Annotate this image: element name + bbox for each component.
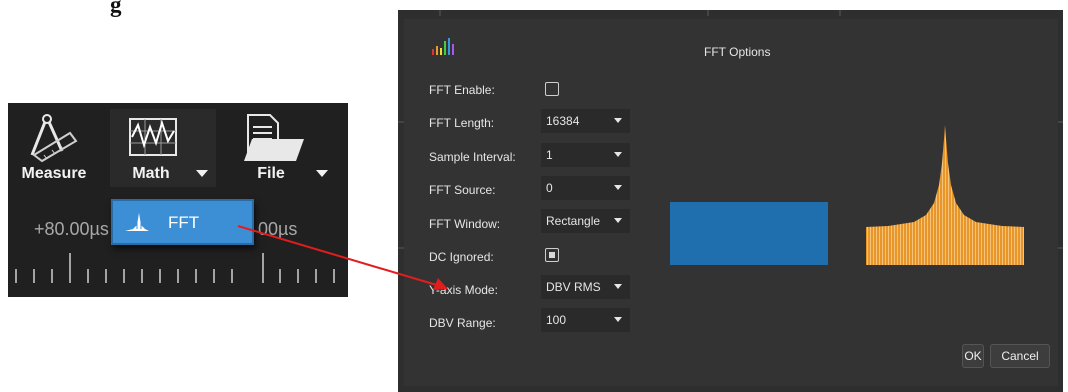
fft-enable-checkbox[interactable] — [545, 82, 559, 96]
fft-source-select[interactable]: 0 — [541, 176, 630, 200]
dialog-title: FFT Options — [704, 45, 771, 59]
chevron-down-icon — [614, 284, 622, 289]
spectrum-preview — [866, 125, 1024, 265]
math-button[interactable]: Math — [110, 109, 216, 187]
fft-enable-label: FFT Enable: — [429, 83, 495, 97]
fft-menu-label: FFT — [168, 213, 200, 232]
sample-interval-select[interactable]: 1 — [541, 143, 630, 167]
dbv-range-label: DBV Range: — [429, 316, 496, 330]
measure-button[interactable]: Measure — [14, 109, 94, 187]
math-label: Math — [132, 165, 170, 182]
app-logo-icon — [432, 38, 454, 55]
spectrum-icon — [125, 213, 149, 231]
dc-ignored-label: DC Ignored: — [429, 250, 494, 264]
measure-label: Measure — [21, 165, 87, 182]
fft-menu-item[interactable]: FFT — [111, 199, 254, 245]
fft-window-label: FFT Window: — [429, 217, 501, 231]
dbv-range-select[interactable]: 100 — [541, 308, 630, 332]
waveform-grid-icon — [129, 118, 177, 156]
dc-ignored-checkbox[interactable] — [545, 248, 559, 262]
fft-source-value: 0 — [546, 181, 553, 195]
chevron-down-icon — [614, 317, 622, 322]
y-axis-mode-select[interactable]: DBV RMS — [541, 275, 630, 299]
fft-length-label: FFT Length: — [429, 116, 495, 130]
window-shape-preview — [670, 202, 828, 265]
file-label: File — [257, 165, 285, 182]
ok-button[interactable]: OK — [962, 344, 984, 368]
y-axis-mode-label: Y-axis Mode: — [429, 283, 498, 297]
sample-interval-label: Sample Interval: — [429, 150, 516, 164]
dbv-range-value: 100 — [546, 313, 567, 327]
scope-toolbar: Measure Math File +80.00µs 00µs FFT — [8, 103, 348, 297]
file-dropdown-caret-icon[interactable] — [316, 170, 328, 177]
fft-source-label: FFT Source: — [429, 183, 496, 197]
chevron-down-icon — [614, 118, 622, 123]
fft-length-select[interactable]: 16384 — [541, 109, 630, 133]
time-ruler — [15, 253, 335, 283]
time-offset-left: +80.00µs — [34, 219, 109, 239]
chevron-down-icon — [614, 152, 622, 157]
caliper-icon — [30, 114, 78, 163]
chevron-down-icon — [614, 218, 622, 223]
fft-length-value: 16384 — [546, 114, 580, 128]
document-heading-fragment: g — [110, 0, 122, 17]
folder-document-icon — [244, 114, 304, 161]
time-offset-right: 00µs — [258, 219, 298, 239]
fft-options-dialog: FFT Options FFT Enable: FFT Length: 1638… — [404, 19, 1058, 386]
y-axis-mode-value: DBV RMS — [546, 280, 601, 294]
chevron-down-icon — [614, 185, 622, 190]
math-dropdown-caret-icon[interactable] — [196, 170, 208, 177]
fft-window-select[interactable]: Rectangle — [541, 209, 630, 233]
file-button[interactable]: File — [230, 109, 342, 187]
sample-interval-value: 1 — [546, 148, 553, 162]
fft-window-value: Rectangle — [546, 214, 601, 228]
cancel-button[interactable]: Cancel — [990, 344, 1050, 368]
